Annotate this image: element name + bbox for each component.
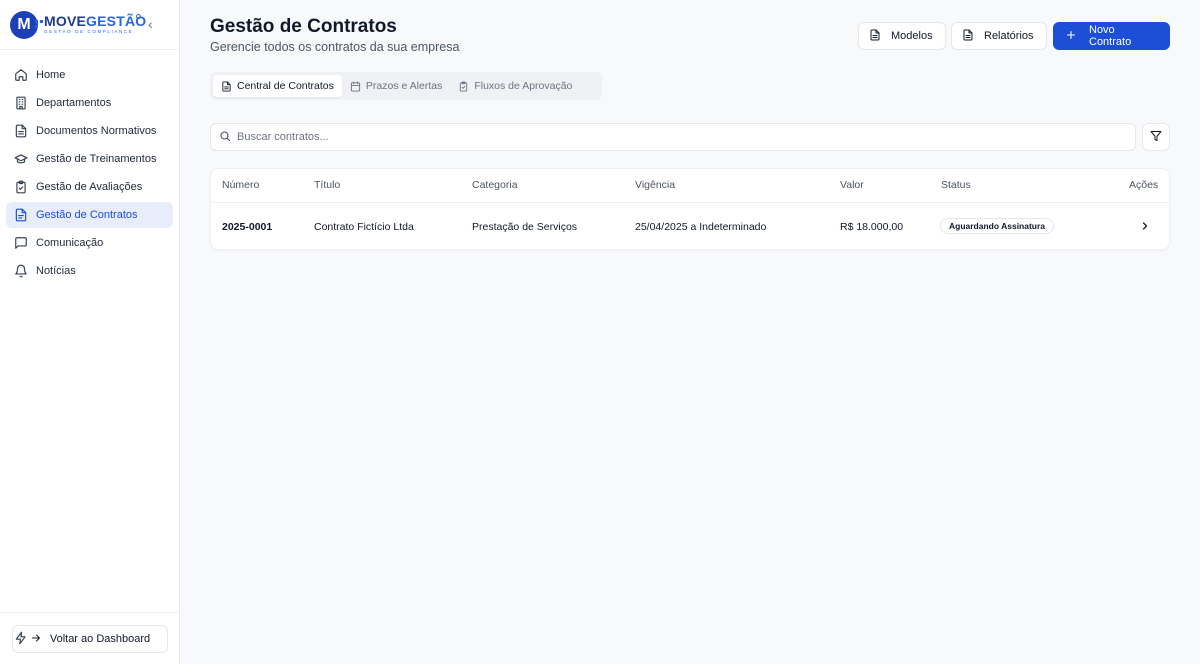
column-header-vigencia[interactable]: Vigência xyxy=(635,179,675,191)
logo-mark: M xyxy=(10,10,43,39)
tab-label: Central de Contratos xyxy=(237,80,334,92)
cell-titulo: Contrato Fictício Ltda xyxy=(314,221,414,233)
column-header-categoria[interactable]: Categoria xyxy=(472,179,518,191)
filter-button[interactable] xyxy=(1142,123,1170,151)
sidebar-item-comunicacao[interactable]: Comunicação xyxy=(6,230,173,256)
sidebar-item-label: Gestão de Contratos xyxy=(36,209,138,221)
relatorios-label: Relatórios xyxy=(984,30,1034,42)
cell-numero: 2025-0001 xyxy=(222,221,273,233)
logo-letter: M xyxy=(17,15,31,33)
building-icon xyxy=(14,96,28,110)
search-icon xyxy=(219,130,231,145)
tab-prazos-e-alertas[interactable]: Prazos e Alertas xyxy=(342,75,450,97)
plus-icon xyxy=(1065,29,1077,44)
column-header-numero[interactable]: Número xyxy=(222,179,259,191)
collapse-sidebar-icon[interactable]: ‹ xyxy=(148,16,153,32)
page-title: Gestão de Contratos xyxy=(210,16,397,37)
sidebar-item-label: Departamentos xyxy=(36,97,112,109)
sidebar-item-label: Home xyxy=(36,69,66,81)
registered-mark-icon xyxy=(136,14,141,19)
logo-dots xyxy=(35,19,43,28)
cell-valor: R$ 18.000,00 xyxy=(840,221,904,233)
back-to-dashboard-label: Voltar ao Dashboard xyxy=(49,633,151,645)
tab-fluxos-de-aprovacao[interactable]: Fluxos de Aprovação xyxy=(450,75,580,97)
clipboard-check-icon xyxy=(14,180,28,194)
search-box xyxy=(210,123,1136,151)
main-content: Gestão de Contratos Gerencie todos os co… xyxy=(180,0,1200,664)
sidebar-nav: Home Departamentos Documentos Normativos… xyxy=(0,50,179,284)
status-badge: Aguardando Assinatura xyxy=(940,218,1055,234)
contract-icon xyxy=(14,208,28,222)
sidebar-item-label: Gestão de Treinamentos xyxy=(36,153,157,165)
modelos-label: Modelos xyxy=(891,30,933,42)
document-icon xyxy=(222,80,231,92)
sidebar-item-contratos[interactable]: Gestão de Contratos xyxy=(6,202,173,228)
calendar-icon xyxy=(350,80,360,92)
page-subtitle: Gerencie todos os contratos da sua empre… xyxy=(210,40,460,54)
table-header: Número Título Categoria Vigência Valor S… xyxy=(211,169,1169,203)
bell-icon xyxy=(14,264,28,278)
tab-list: Central de Contratos Prazos e Alertas Fl… xyxy=(210,72,602,100)
cell-categoria: Prestação de Serviços xyxy=(472,221,578,233)
brand-name: MOVEGESTÃO xyxy=(44,13,147,30)
column-header-titulo[interactable]: Título xyxy=(314,179,340,191)
column-header-status[interactable]: Status xyxy=(941,179,971,191)
back-to-dashboard-button[interactable]: Voltar ao Dashboard xyxy=(12,625,168,653)
modelos-button[interactable]: Modelos xyxy=(858,22,946,50)
sidebar-item-label: Documentos Normativos xyxy=(36,125,157,137)
novo-contrato-button[interactable]: Novo Contrato xyxy=(1053,22,1170,50)
sidebar-item-departamentos[interactable]: Departamentos xyxy=(6,90,173,116)
contracts-table: Número Título Categoria Vigência Valor S… xyxy=(210,168,1170,250)
filter-icon xyxy=(1150,130,1162,145)
document-icon xyxy=(14,124,28,138)
sidebar-item-documentos[interactable]: Documentos Normativos xyxy=(6,118,173,144)
column-header-valor[interactable]: Valor xyxy=(840,179,864,191)
sidebar-item-label: Comunicação xyxy=(36,237,104,249)
sidebar-item-label: Notícias xyxy=(36,265,76,277)
cell-vigencia: 25/04/2025 a Indeterminado xyxy=(635,221,767,233)
relatorios-button[interactable]: Relatórios xyxy=(951,22,1047,50)
graduation-cap-icon xyxy=(14,152,28,166)
clipboard-check-icon xyxy=(460,80,468,92)
sidebar-item-home[interactable]: Home xyxy=(6,62,173,88)
sidebar-item-avaliacoes[interactable]: Gestão de Avaliações xyxy=(6,174,173,200)
table-row[interactable]: 2025-0001 Contrato Fictício Ltda Prestaç… xyxy=(211,203,1169,250)
tab-label: Prazos e Alertas xyxy=(365,80,443,92)
tab-central-de-contratos[interactable]: Central de Contratos xyxy=(213,75,342,97)
sidebar: M MOVEGESTÃO GESTÃO DE COMPLIANCE ‹ Home… xyxy=(0,0,180,664)
sidebar-item-label: Gestão de Avaliações xyxy=(36,181,143,193)
sidebar-footer: Voltar ao Dashboard xyxy=(0,612,180,664)
report-icon xyxy=(962,29,974,44)
tab-label: Fluxos de Aprovação xyxy=(474,80,573,92)
message-icon xyxy=(14,236,28,250)
column-header-acoes: Ações xyxy=(1129,179,1159,191)
novo-contrato-label: Novo Contrato xyxy=(1089,24,1132,48)
logout-icon xyxy=(30,632,42,647)
chevron-right-icon[interactable] xyxy=(1139,220,1151,232)
brand-logo[interactable]: M MOVEGESTÃO GESTÃO DE COMPLIANCE ‹ xyxy=(0,0,179,50)
bolt-icon[interactable] xyxy=(14,631,28,645)
brand-tagline: GESTÃO DE COMPLIANCE xyxy=(44,29,134,35)
home-icon xyxy=(14,68,28,82)
document-icon xyxy=(869,29,881,44)
search-input[interactable] xyxy=(237,131,1117,143)
brand-text: MOVEGESTÃO GESTÃO DE COMPLIANCE xyxy=(44,14,146,35)
sidebar-item-treinamentos[interactable]: Gestão de Treinamentos xyxy=(6,146,173,172)
sidebar-item-noticias[interactable]: Notícias xyxy=(6,258,173,284)
